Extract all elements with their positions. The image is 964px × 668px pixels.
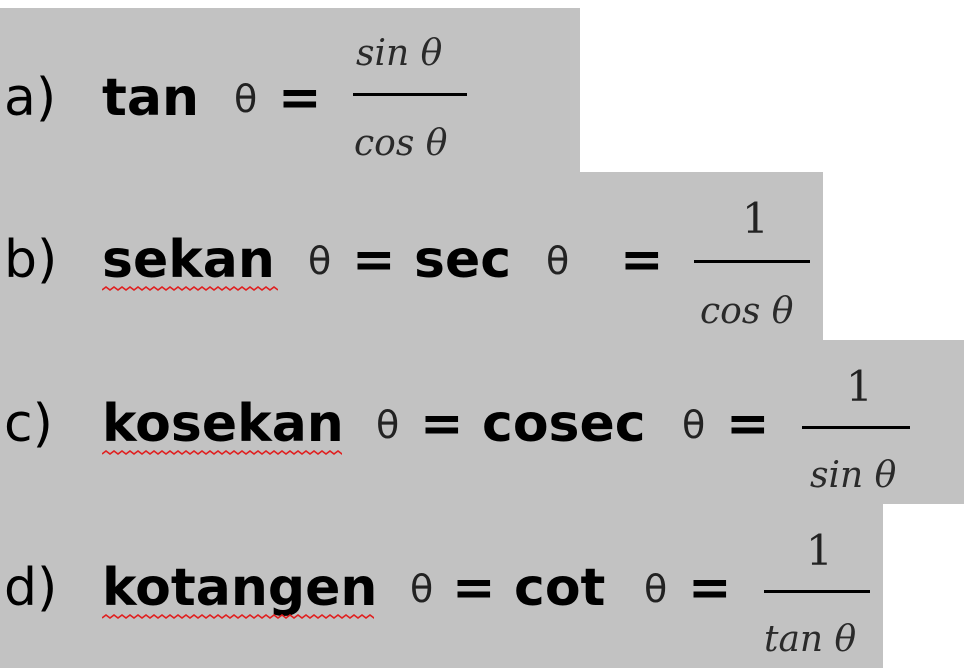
row-label: d) xyxy=(4,558,58,618)
function-name-spellchecked: sekan xyxy=(102,230,275,290)
theta-symbol: θ xyxy=(410,567,434,611)
spellcheck-underline xyxy=(102,450,342,455)
theta-symbol: θ xyxy=(644,567,668,611)
fraction-numerator: 1 xyxy=(806,526,833,575)
fraction-denominator: tan θ xyxy=(764,619,857,660)
theta-symbol: θ xyxy=(376,403,400,447)
row-label: a) xyxy=(4,68,57,128)
equals-sign: = xyxy=(620,230,664,290)
theta-symbol: θ xyxy=(682,403,706,447)
fraction-bar xyxy=(694,260,810,263)
equals-sign: = xyxy=(688,558,732,618)
function-name: tan xyxy=(102,68,199,128)
fraction-bar xyxy=(353,93,467,96)
abbreviation: cosec xyxy=(482,394,646,454)
theta-symbol: θ xyxy=(308,239,332,283)
function-name-spellchecked: kosekan xyxy=(102,394,344,454)
fraction-numerator: sin θ xyxy=(356,33,443,74)
row-label: b) xyxy=(4,230,58,290)
equals-sign: = xyxy=(452,558,496,618)
equals-sign: = xyxy=(352,230,396,290)
fraction-numerator: 1 xyxy=(742,194,769,243)
fraction-denominator: cos θ xyxy=(700,291,794,332)
fraction-numerator: 1 xyxy=(846,362,873,411)
function-name-spellchecked: kotangen xyxy=(102,558,378,618)
abbreviation: cot xyxy=(514,558,606,618)
spellcheck-underline xyxy=(102,286,278,291)
fraction-denominator: sin θ xyxy=(810,455,897,496)
spellcheck-underline xyxy=(102,614,374,619)
equals-sign: = xyxy=(420,394,464,454)
equals-sign: = xyxy=(278,68,322,128)
fraction-bar xyxy=(764,590,870,593)
fraction-bar xyxy=(802,426,910,429)
fraction-denominator: cos θ xyxy=(354,123,448,164)
row-label: c) xyxy=(4,394,53,454)
equals-sign: = xyxy=(726,394,770,454)
theta-symbol: θ xyxy=(234,77,258,121)
abbreviation: sec xyxy=(414,230,512,290)
theta-symbol: θ xyxy=(546,239,570,283)
